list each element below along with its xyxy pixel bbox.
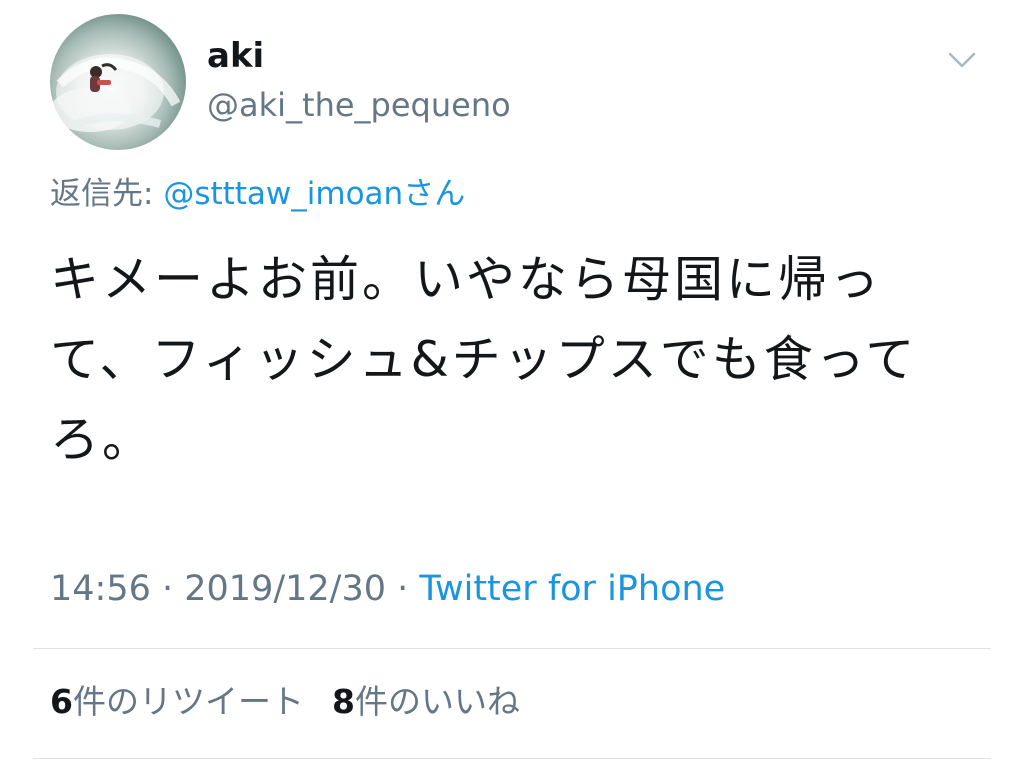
chevron-down-icon[interactable] — [946, 48, 978, 72]
retweets-stat[interactable]: 6件のリツイート — [50, 682, 304, 721]
reply-to-mention[interactable]: @stttaw_imoan — [163, 176, 403, 212]
tweet-text: キメーよお前。いやなら母国に帰っ て、フィッシュ&チップスでも食って ろ。 — [50, 251, 918, 468]
display-name[interactable]: aki — [207, 34, 264, 78]
avatar-image — [50, 54, 181, 132]
retweet-label: 件のリツイート — [72, 682, 304, 721]
likes-stat[interactable]: 8件のいいね — [332, 682, 520, 721]
tweet-date[interactable]: 2019/12/30 — [184, 569, 386, 609]
meta-separator: · — [150, 569, 185, 609]
like-count: 8 — [331, 682, 355, 721]
tweet-time[interactable]: 14:56 — [50, 569, 151, 609]
divider — [33, 648, 991, 649]
tweet-source-link[interactable]: Twitter for iPhone — [419, 569, 725, 609]
user-handle[interactable]: @aki_the_pequeno — [207, 84, 511, 126]
tweet-stats: 6件のリツイート 8件のいいね — [50, 680, 520, 724]
retweet-count: 6 — [50, 682, 73, 721]
reply-to-suffix[interactable]: さん — [403, 176, 465, 212]
like-label: 件のいいね — [354, 682, 520, 721]
avatar[interactable] — [50, 14, 186, 150]
tweet-meta: 14:56 · 2019/12/30 · Twitter for iPhone — [50, 566, 725, 612]
divider — [33, 758, 991, 759]
reply-to-line: 返信先: @stttaw_imoanさん — [50, 174, 465, 214]
reply-to-prefix: 返信先: — [50, 176, 164, 212]
meta-separator: · — [386, 569, 420, 609]
